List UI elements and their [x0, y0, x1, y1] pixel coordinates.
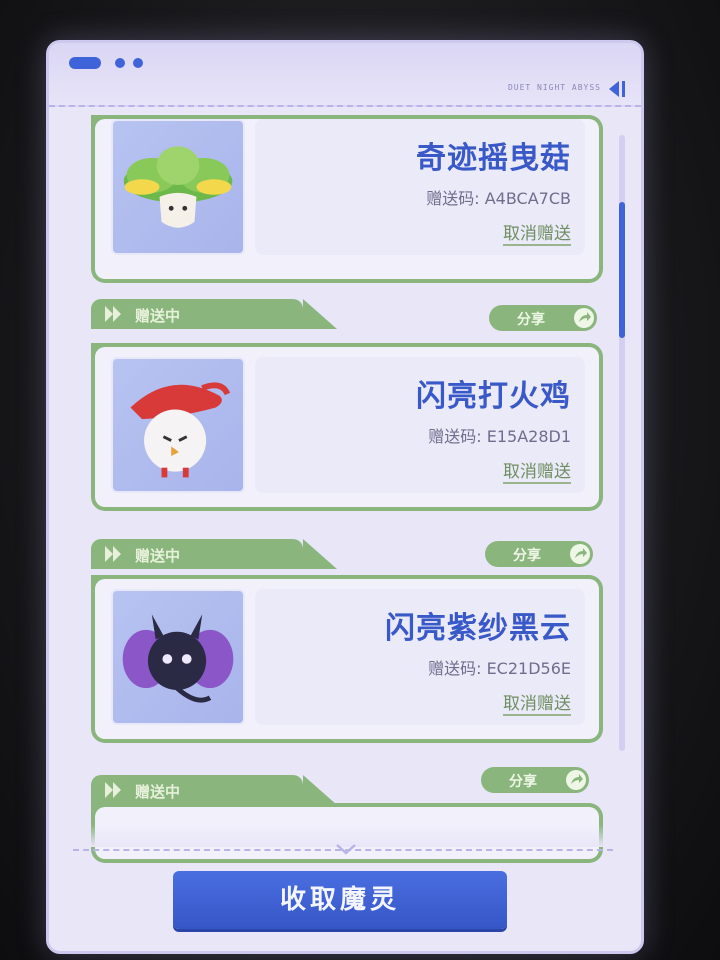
share-label: 分享: [517, 312, 545, 328]
gift-code-row: 赠送码: EC21D56E: [428, 655, 571, 679]
gift-code-label: 赠送码:: [428, 659, 487, 678]
gift-panel: DUET NIGHT ABYSS 奇迹摇曳菇 赠送码: A4BCA7CB 取消赠…: [46, 40, 644, 954]
gift-code: EC21D56E: [486, 659, 571, 678]
gift-code: A4BCA7CB: [484, 189, 571, 208]
share-button[interactable]: 分享: [489, 305, 597, 331]
status-tab: 赠送中: [91, 775, 337, 805]
status-label: 赠送中: [135, 547, 181, 565]
gift-info: 闪亮紫纱黑云 赠送码: EC21D56E 取消赠送: [255, 589, 585, 725]
fire-chick-pet-icon: [111, 357, 245, 493]
collect-pets-button[interactable]: 收取魔灵: [173, 871, 507, 929]
fast-forward-icon: [105, 306, 121, 322]
status-tab: 赠送中: [91, 539, 337, 569]
gift-code-label: 赠送码:: [428, 427, 487, 446]
share-icon: [574, 308, 594, 328]
gift-card-body: 闪亮紫纱黑云 赠送码: EC21D56E 取消赠送: [95, 579, 599, 739]
mushroom-pet-icon: [111, 119, 245, 255]
gift-code-row: 赠送码: A4BCA7CB: [426, 185, 571, 209]
cancel-gift-link[interactable]: 取消赠送: [503, 219, 571, 246]
pet-name: 奇迹摇曳菇: [416, 141, 571, 176]
cancel-gift-link[interactable]: 取消赠送: [503, 457, 571, 484]
status-label: 赠送中: [135, 307, 181, 325]
cancel-gift-link[interactable]: 取消赠送: [503, 689, 571, 716]
share-icon: [566, 770, 586, 790]
gift-card-body: 奇迹摇曳菇 赠送码: A4BCA7CB 取消赠送: [95, 119, 599, 279]
scrollbar[interactable]: [619, 135, 625, 751]
dark-cloud-pet-icon: [111, 589, 245, 725]
share-label: 分享: [509, 774, 537, 790]
gift-card: 闪亮紫纱黑云 赠送码: EC21D56E 取消赠送: [91, 575, 603, 743]
share-button[interactable]: 分享: [481, 767, 589, 793]
gift-card: 奇迹摇曳菇 赠送码: A4BCA7CB 取消赠送: [91, 115, 603, 283]
gift-code-label: 赠送码:: [426, 189, 485, 208]
gift-card: 闪亮打火鸡 赠送码: E15A28D1 取消赠送: [91, 343, 603, 511]
gift-info: 奇迹摇曳菇 赠送码: A4BCA7CB 取消赠送: [255, 119, 585, 255]
chevron-down-icon: [336, 844, 356, 855]
share-button[interactable]: 分享: [485, 541, 593, 567]
fast-forward-icon: [105, 782, 121, 798]
status-label: 赠送中: [135, 783, 181, 801]
status-tab: 赠送中: [91, 299, 337, 329]
fast-forward-icon: [105, 546, 121, 562]
pet-name: 闪亮打火鸡: [416, 379, 571, 414]
gift-code: E15A28D1: [486, 427, 571, 446]
gift-code-row: 赠送码: E15A28D1: [428, 423, 571, 447]
gift-info: 闪亮打火鸡 赠送码: E15A28D1 取消赠送: [255, 357, 585, 493]
share-icon: [570, 544, 590, 564]
gift-list[interactable]: 奇迹摇曳菇 赠送码: A4BCA7CB 取消赠送 赠送中 分享 闪亮打火鸡 赠送…: [49, 43, 641, 951]
gift-card-body: 闪亮打火鸡 赠送码: E15A28D1 取消赠送: [95, 347, 599, 507]
scrollbar-thumb[interactable]: [619, 202, 625, 338]
share-label: 分享: [513, 548, 541, 564]
pet-name: 闪亮紫纱黑云: [385, 611, 571, 646]
